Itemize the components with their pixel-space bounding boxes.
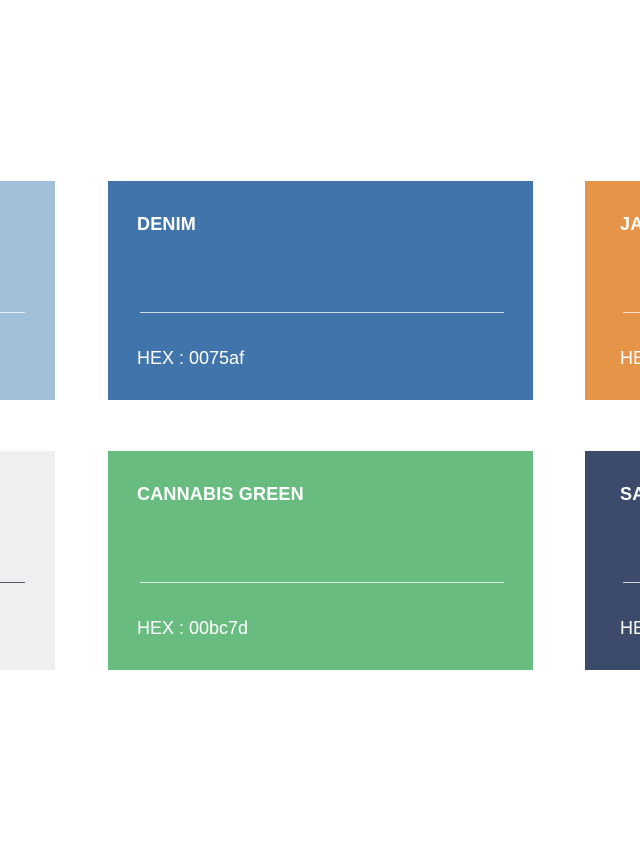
swatch-hex-value: HE: [620, 618, 640, 638]
swatch-hex-value: HEX : 00bc7d: [137, 618, 249, 638]
swatch-card-sa: SA HE: [585, 451, 640, 670]
swatch-name: JA: [620, 214, 640, 234]
color-palette-canvas: DENIM HEX : 0075af JA HE CANNABIS GREEN …: [0, 0, 640, 853]
swatch-divider: [623, 312, 640, 313]
swatch-card-cannabis-green: CANNABIS GREEN HEX : 00bc7d: [108, 451, 533, 670]
swatch-divider: [623, 582, 640, 583]
swatch-name: SA: [620, 484, 640, 504]
swatch-hex-value: HEX : 0075af: [137, 348, 245, 368]
swatch-divider: [0, 582, 25, 583]
swatch-card-light-blue: [0, 181, 55, 400]
swatch-name: CANNABIS GREEN: [137, 484, 304, 504]
swatch-card-denim: DENIM HEX : 0075af: [108, 181, 533, 400]
swatch-name: DENIM: [137, 214, 196, 234]
swatch-card-light-grey: [0, 451, 55, 670]
swatch-hex-value: HE: [620, 348, 640, 368]
swatch-divider: [140, 312, 504, 313]
swatch-divider: [140, 582, 504, 583]
swatch-divider: [0, 312, 25, 313]
swatch-card-ja: JA HE: [585, 181, 640, 400]
